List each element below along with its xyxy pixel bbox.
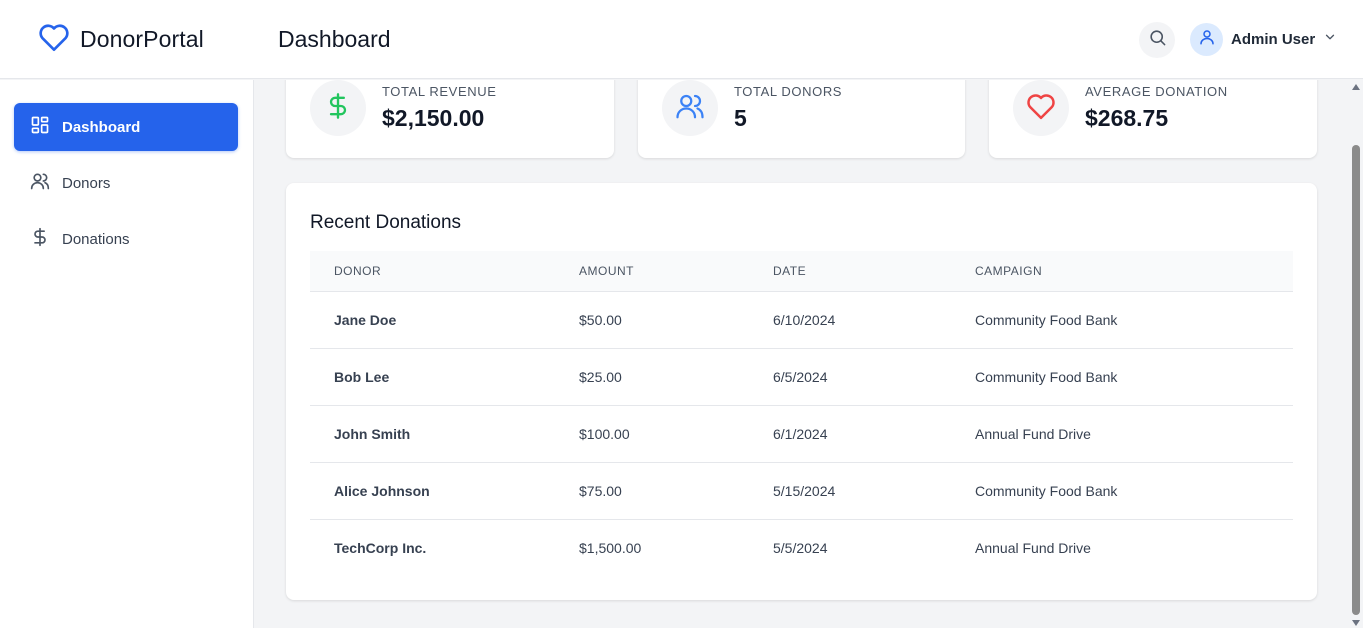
stat-icon-wrap bbox=[1013, 80, 1069, 136]
donor-link[interactable]: TechCorp Inc. bbox=[310, 519, 555, 576]
date-cell: 6/10/2024 bbox=[749, 291, 951, 349]
column-header-amount[interactable]: AMOUNT bbox=[555, 251, 749, 292]
amount-cell: $100.00 bbox=[555, 405, 749, 463]
chevron-down-icon bbox=[1323, 30, 1337, 49]
campaign-cell: Annual Fund Drive bbox=[975, 539, 1091, 556]
table-row[interactable]: Bob Lee $25.00 6/5/2024 Community Food B… bbox=[310, 348, 1293, 406]
brand-logo[interactable]: DonorPortal bbox=[38, 22, 204, 57]
table-header-row: DONOR AMOUNT DATE CAMPAIGN bbox=[310, 251, 1293, 292]
date-cell: 6/1/2024 bbox=[749, 405, 951, 463]
users-icon bbox=[675, 91, 705, 126]
stat-card-average: Average Donation $268.75 bbox=[989, 80, 1317, 158]
sidebar-item-label: Dashboard bbox=[62, 118, 141, 136]
stat-icon-wrap bbox=[662, 80, 718, 136]
amount-cell: $25.00 bbox=[555, 348, 749, 406]
dollar-icon bbox=[324, 92, 352, 125]
stat-card-revenue: Total Revenue $2,150.00 bbox=[286, 80, 614, 158]
stat-label: Total Revenue bbox=[382, 84, 497, 99]
donations-table: DONOR AMOUNT DATE CAMPAIGN Jane Doe $50.… bbox=[310, 251, 1293, 576]
recent-donations-card: Recent Donations DONOR AMOUNT DATE CAMPA… bbox=[286, 183, 1317, 600]
heart-icon bbox=[38, 22, 70, 57]
users-icon bbox=[30, 171, 50, 195]
section-title: Recent Donations bbox=[310, 212, 462, 233]
campaign-cell: Community Food Bank bbox=[951, 348, 1293, 406]
campaign-cell: Annual Fund Drive bbox=[951, 405, 1293, 463]
date-cell: 5/15/2024 bbox=[749, 462, 951, 520]
sidebar-item-label: Donors bbox=[62, 174, 111, 192]
donor-link[interactable]: Bob Lee bbox=[310, 348, 555, 406]
scroll-up-arrow-icon[interactable] bbox=[1352, 84, 1360, 90]
avatar bbox=[1190, 22, 1223, 56]
user-icon bbox=[1198, 28, 1216, 51]
search-button[interactable] bbox=[1139, 22, 1175, 58]
table-row[interactable]: TechCorp Inc. $1,500.00 5/5/2024 Annual … bbox=[310, 519, 1293, 576]
sidebar-item-donors[interactable]: Donors bbox=[14, 159, 238, 207]
date-cell: 6/5/2024 bbox=[749, 348, 951, 406]
page-title: Dashboard bbox=[278, 26, 391, 52]
scroll-thumb[interactable] bbox=[1352, 145, 1360, 615]
stat-label: Total Donors bbox=[734, 84, 843, 99]
stat-value: $2,150.00 bbox=[382, 105, 485, 131]
stat-value: 5 bbox=[734, 105, 747, 131]
sidebar: Dashboard Donors Donations bbox=[0, 80, 254, 628]
campaign-cell: Community Food Bank bbox=[951, 462, 1293, 520]
stat-label: Average Donation bbox=[1085, 84, 1228, 99]
main-content: Total Revenue $2,150.00 Total Donors 5 A… bbox=[255, 80, 1349, 628]
brand-name: DonorPortal bbox=[80, 26, 204, 52]
donor-link[interactable]: John Smith bbox=[310, 405, 555, 463]
column-header-date[interactable]: DATE bbox=[749, 251, 951, 292]
stat-card-donors: Total Donors 5 bbox=[638, 80, 965, 158]
stat-icon-wrap bbox=[310, 80, 366, 136]
column-header-campaign[interactable]: CAMPAIGN bbox=[951, 251, 1293, 292]
table-row[interactable]: Jane Doe $50.00 6/10/2024 Community Food… bbox=[310, 291, 1293, 349]
scroll-down-arrow-icon[interactable] bbox=[1352, 620, 1360, 626]
heart-icon bbox=[1026, 92, 1056, 125]
amount-cell: $50.00 bbox=[555, 291, 749, 349]
sidebar-item-dashboard[interactable]: Dashboard bbox=[14, 103, 238, 151]
amount-cell: $75.00 bbox=[555, 462, 749, 520]
stat-value: $268.75 bbox=[1085, 105, 1169, 131]
vertical-scrollbar[interactable] bbox=[1349, 80, 1363, 628]
amount-cell: $1,500.00 bbox=[579, 539, 642, 556]
date-cell: 5/5/2024 bbox=[773, 539, 828, 556]
campaign-cell: Community Food Bank bbox=[951, 291, 1293, 349]
search-icon bbox=[1148, 28, 1167, 52]
table-row[interactable]: John Smith $100.00 6/1/2024 Annual Fund … bbox=[310, 405, 1293, 463]
user-name: Admin User bbox=[1231, 30, 1316, 48]
sidebar-item-donations[interactable]: Donations bbox=[14, 215, 238, 263]
dollar-icon bbox=[30, 227, 50, 251]
donor-link[interactable]: Jane Doe bbox=[310, 291, 555, 349]
sidebar-item-label: Donations bbox=[62, 230, 130, 248]
donor-link[interactable]: Alice Johnson bbox=[310, 462, 555, 520]
top-header: DonorPortal Dashboard Admin User bbox=[0, 0, 1363, 79]
column-header-donor[interactable]: DONOR bbox=[310, 251, 555, 292]
grid-icon bbox=[30, 115, 50, 139]
user-menu[interactable]: Admin User bbox=[1190, 22, 1337, 56]
table-row[interactable]: Alice Johnson $75.00 5/15/2024 Community… bbox=[310, 462, 1293, 520]
